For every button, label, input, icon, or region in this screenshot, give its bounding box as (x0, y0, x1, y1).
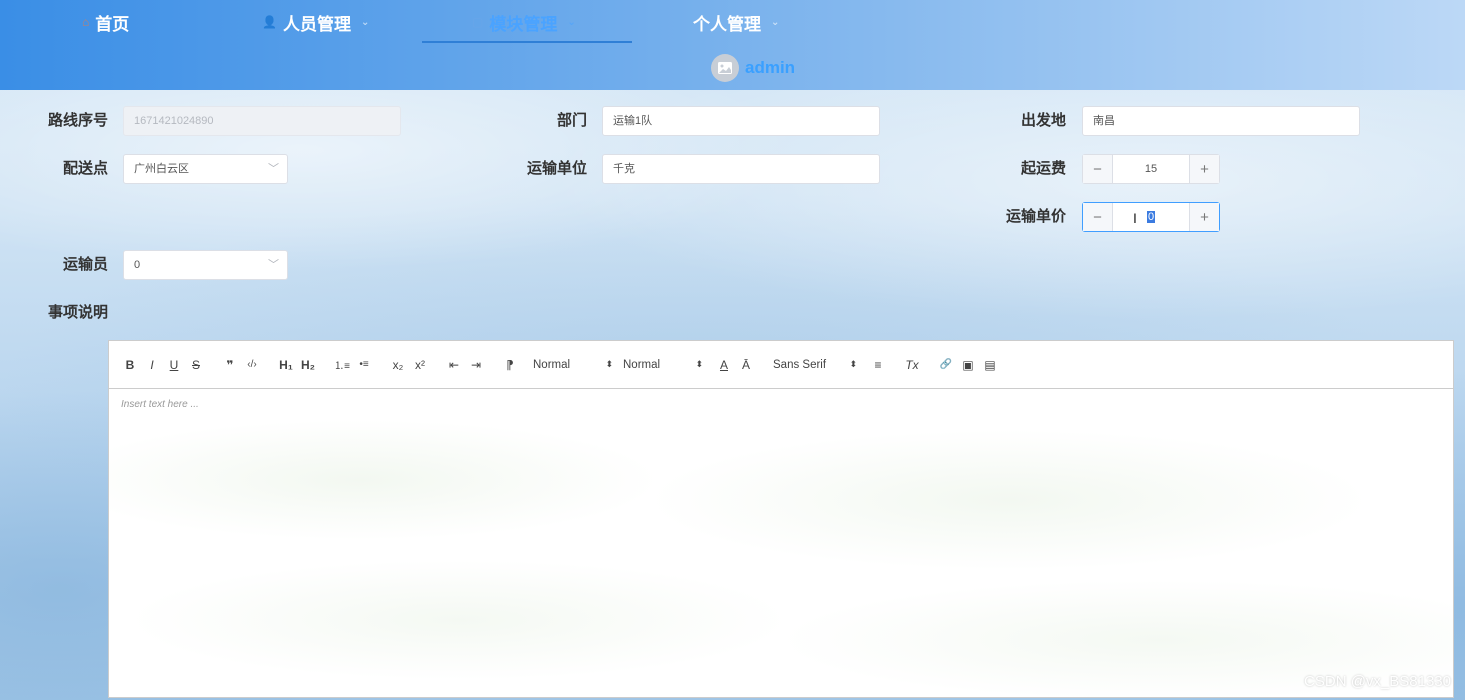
selected-text: 0 (1146, 211, 1156, 223)
nav-item-home[interactable]: ⌂ 首页 (82, 0, 129, 44)
font-picker[interactable]: Sans Serif ⬍ (773, 359, 857, 371)
nav-item-personnel[interactable]: 👤 人员管理 ⌄ (262, 0, 369, 44)
direction-button[interactable]: ⁋ (501, 355, 519, 375)
h2-button[interactable]: H₂ (299, 355, 317, 375)
base-fee-value[interactable]: 15 (1113, 155, 1189, 183)
route-no-label: 路线序号 (47, 112, 108, 129)
base-fee-label: 起运费 (1020, 160, 1066, 177)
chevron-down-icon: ⌄ (771, 16, 780, 28)
italic-button[interactable]: I (143, 355, 161, 375)
editor-area[interactable] (109, 390, 1453, 697)
chevron-down-icon: ⌄ (567, 16, 576, 28)
text-color-button[interactable]: A (715, 355, 733, 375)
bullet-list-button[interactable]: •≡ (355, 355, 373, 375)
unit-price-stepper[interactable]: − 0 + (1082, 202, 1220, 232)
decrement-button[interactable]: − (1083, 155, 1113, 183)
indent-button[interactable]: ⇥ (467, 355, 485, 375)
rich-text-editor: B I U S ❞ ‹/› H₁ H₂ ⒈≡ •≡ x₂ x² ⇤ ⇥ ⁋ No… (108, 340, 1454, 698)
origin-label: 出发地 (1020, 112, 1066, 129)
outdent-button[interactable]: ⇤ (445, 355, 463, 375)
code-button[interactable]: ‹/› (243, 355, 261, 375)
picker-arrow-icon: ⬍ (695, 359, 703, 369)
chevron-down-icon: ﹀ (268, 163, 279, 175)
font-picker-label: Sans Serif (773, 358, 827, 371)
user-icon: 👤 (262, 15, 277, 29)
unit-price-value[interactable]: 0 (1113, 203, 1189, 231)
nav-item-modules[interactable]: ▢ 模块管理 ⌄ (472, 0, 576, 44)
nav-label: 首页 (95, 14, 130, 34)
underline-button[interactable]: U (165, 355, 183, 375)
link-button[interactable]: 🔗 (937, 355, 955, 375)
ordered-list-button[interactable]: ⒈≡ (333, 355, 351, 375)
delivery-select[interactable]: 广州白云区 ﹀ (123, 154, 288, 184)
username: admin (745, 58, 796, 77)
dept-input[interactable]: 运输1队 (602, 106, 880, 136)
avatar (711, 54, 739, 82)
home-icon: ⌂ (82, 15, 90, 29)
h1-button[interactable]: H₁ (277, 355, 295, 375)
nav-label: 人员管理 (282, 14, 351, 34)
clean-format-button[interactable]: Tx (903, 355, 921, 375)
nav-label: 个人管理 (693, 14, 761, 34)
unit-label: 运输单位 (526, 160, 587, 177)
image-icon (718, 62, 732, 74)
text-cursor-icon: I (1133, 210, 1137, 226)
top-header: ⌂ 首页 👤 人员管理 ⌄ ▢ 模块管理 ⌄ 个人管理 ⌄ admin (0, 0, 1465, 90)
decrement-button[interactable]: − (1083, 203, 1113, 231)
module-icon: ▢ (472, 15, 484, 29)
active-tab-indicator (422, 41, 632, 43)
chevron-down-icon: ⌄ (360, 16, 370, 28)
picker-arrow-icon: ⬍ (605, 359, 613, 369)
route-no-input: 1671421024890 (123, 106, 401, 136)
increment-button[interactable]: + (1189, 155, 1219, 183)
base-fee-stepper[interactable]: − 15 + (1082, 154, 1220, 184)
unit-input[interactable]: 千克 (602, 154, 880, 184)
carrier-label: 运输员 (62, 256, 108, 273)
watermark: CSDN @vx_BS81330 (1304, 673, 1451, 690)
carrier-value: 0 (134, 259, 141, 271)
background-color-button[interactable]: Ā (737, 355, 755, 375)
origin-input[interactable]: 南昌 (1082, 106, 1360, 136)
superscript-button[interactable]: x² (411, 355, 429, 375)
main-nav: ⌂ 首页 👤 人员管理 ⌄ ▢ 模块管理 ⌄ 个人管理 ⌄ (0, 0, 1465, 44)
header-picker[interactable]: Normal ⬍ (623, 359, 703, 371)
increment-button[interactable]: + (1189, 203, 1219, 231)
align-button[interactable]: ≡ (869, 355, 887, 375)
subscript-button[interactable]: x₂ (389, 355, 407, 375)
carrier-select[interactable]: 0 ﹀ (123, 250, 288, 280)
nav-label: 模块管理 (489, 14, 558, 34)
dept-label: 部门 (556, 112, 587, 129)
header-picker-label: Normal (623, 358, 661, 371)
editor-placeholder: Insert text here ... (121, 399, 199, 410)
blockquote-button[interactable]: ❞ (221, 355, 239, 375)
unit-price-label: 运输单价 (1005, 208, 1066, 225)
nav-item-personal[interactable]: 个人管理 ⌄ (693, 0, 779, 44)
delivery-label: 配送点 (62, 160, 108, 177)
image-button[interactable]: ▣ (959, 355, 977, 375)
picker-arrow-icon: ⬍ (849, 359, 857, 369)
notes-label: 事项说明 (47, 304, 108, 321)
editor-toolbar: B I U S ❞ ‹/› H₁ H₂ ⒈≡ •≡ x₂ x² ⇤ ⇥ ⁋ No… (109, 341, 1453, 389)
bold-button[interactable]: B (121, 355, 139, 375)
strike-button[interactable]: S (187, 355, 205, 375)
delivery-value: 广州白云区 (134, 163, 189, 175)
video-button[interactable]: ▤ (981, 355, 999, 375)
size-picker-label: Normal (533, 358, 571, 371)
user-menu[interactable]: admin (711, 54, 795, 82)
chevron-down-icon: ﹀ (268, 259, 279, 271)
size-picker[interactable]: Normal ⬍ (533, 359, 613, 371)
